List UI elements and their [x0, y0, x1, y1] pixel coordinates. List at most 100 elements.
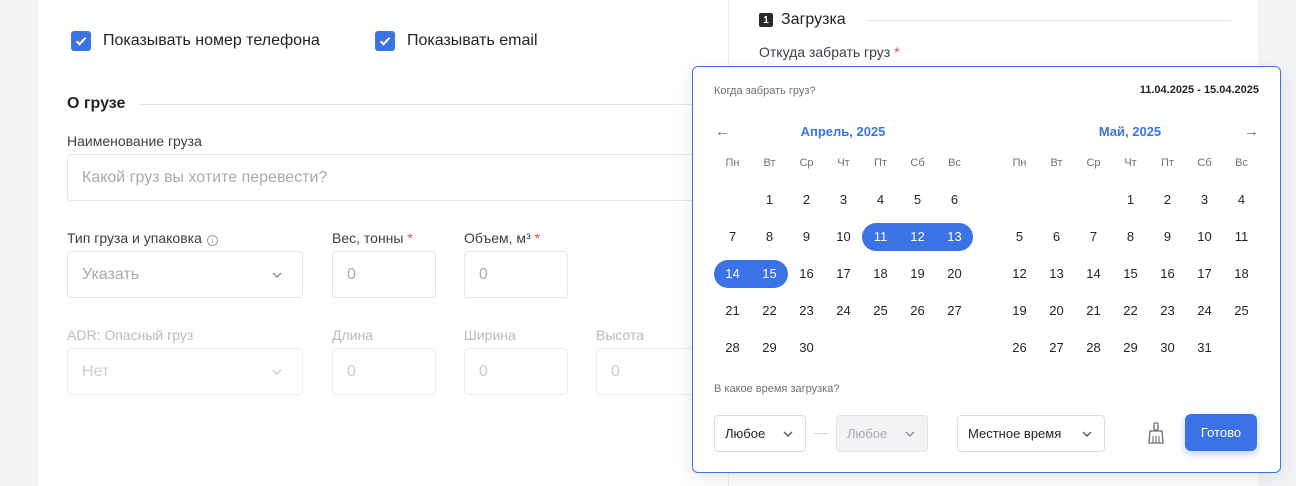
calendar-day[interactable]: 30: [1149, 334, 1186, 362]
calendar-day[interactable]: 30: [788, 334, 825, 362]
calendar-day-selected[interactable]: 13: [936, 223, 973, 251]
calendar-day[interactable]: 19: [1001, 297, 1038, 325]
adr-select[interactable]: Нет: [67, 348, 303, 395]
weekday-header: Сб: [1197, 157, 1212, 169]
cargo-section-title: О грузе: [67, 95, 126, 112]
weekday-header: Пн: [725, 157, 740, 169]
calendar-day[interactable]: 31: [1186, 334, 1223, 362]
calendar-day[interactable]: 13: [1038, 260, 1075, 288]
cargo-name-input[interactable]: Какой груз вы хотите перевести?: [67, 154, 728, 201]
calendar-day[interactable]: 16: [788, 260, 825, 288]
calendar-day[interactable]: 7: [1075, 223, 1112, 251]
calendar-day[interactable]: 5: [899, 186, 936, 214]
calendar-day[interactable]: 23: [1149, 297, 1186, 325]
calendar-day[interactable]: 3: [1186, 186, 1223, 214]
calendar-day[interactable]: 28: [714, 334, 751, 362]
weekday-header: Сб: [910, 157, 925, 169]
time-to-value: Любое: [847, 426, 888, 441]
volume-input[interactable]: 0: [464, 251, 568, 298]
width-input[interactable]: 0: [464, 348, 568, 395]
calendar-day[interactable]: 3: [825, 186, 862, 214]
calendar-day[interactable]: 1: [751, 186, 788, 214]
calendar-day[interactable]: 24: [1186, 297, 1223, 325]
calendar-day[interactable]: 9: [1149, 223, 1186, 251]
checkbox-checked-icon: [375, 31, 395, 51]
weekday-header: Ср: [799, 157, 814, 169]
calendar-day[interactable]: 22: [751, 297, 788, 325]
chevron-down-icon: [1082, 431, 1092, 437]
calendar-day[interactable]: 6: [936, 186, 973, 214]
weight-input[interactable]: 0: [332, 251, 436, 298]
calendar-day[interactable]: 20: [936, 260, 973, 288]
next-month-arrow-icon[interactable]: →: [1244, 123, 1259, 140]
calendar-day[interactable]: 29: [1112, 334, 1149, 362]
adr-value: Нет: [82, 362, 110, 380]
calendar-day[interactable]: 20: [1038, 297, 1075, 325]
calendar-day[interactable]: 18: [862, 260, 899, 288]
calendar-day[interactable]: 19: [899, 260, 936, 288]
info-icon[interactable]: i: [206, 235, 218, 246]
show-email-checkbox[interactable]: Показывать email: [375, 31, 538, 51]
calendar-day[interactable]: 1: [1112, 186, 1149, 214]
calendar-day[interactable]: 17: [825, 260, 862, 288]
calendar-day-selected[interactable]: 12: [899, 223, 936, 251]
calendar-day[interactable]: 21: [1075, 297, 1112, 325]
calendar-day[interactable]: 18: [1223, 260, 1260, 288]
time-to-select[interactable]: Любое: [836, 415, 928, 452]
calendar-day[interactable]: 6: [1038, 223, 1075, 251]
weekday-header: Пт: [1161, 157, 1174, 169]
month-title-may: Май, 2025: [1098, 124, 1162, 139]
calendar-day[interactable]: 25: [862, 297, 899, 325]
loading-title: Загрузка: [781, 11, 846, 28]
calendar-day[interactable]: 14: [1075, 260, 1112, 288]
timezone-select[interactable]: Местное время: [957, 415, 1105, 452]
calendar-day[interactable]: 8: [751, 223, 788, 251]
calendar-day[interactable]: 25: [1223, 297, 1260, 325]
cargo-type-select[interactable]: Указать: [67, 251, 303, 298]
calendar-day[interactable]: 23: [788, 297, 825, 325]
calendar-day[interactable]: 2: [788, 186, 825, 214]
pickup-date-question: Когда забрать груз?: [714, 85, 816, 97]
calendar-day[interactable]: 11: [1223, 223, 1260, 251]
date-picker-popup: Когда забрать груз? 11.04.2025 - 15.04.2…: [692, 66, 1281, 473]
calendar-day[interactable]: 26: [1001, 334, 1038, 362]
calendar-day[interactable]: 26: [899, 297, 936, 325]
calendar-day[interactable]: 10: [825, 223, 862, 251]
calendar-day[interactable]: 24: [825, 297, 862, 325]
done-button[interactable]: Готово: [1185, 414, 1257, 451]
time-from-select[interactable]: Любое: [714, 415, 806, 452]
calendar-day[interactable]: 29: [751, 334, 788, 362]
calendar-day[interactable]: 7: [714, 223, 751, 251]
calendar-day[interactable]: 28: [1075, 334, 1112, 362]
pickup-from-label: Откуда забрать груз *: [759, 44, 900, 60]
prev-month-arrow-icon[interactable]: ←: [715, 123, 730, 140]
length-input[interactable]: 0: [332, 348, 436, 395]
calendar-day[interactable]: 4: [862, 186, 899, 214]
calendar-day[interactable]: 4: [1223, 186, 1260, 214]
calendar-day[interactable]: 27: [1038, 334, 1075, 362]
calendar-day[interactable]: 10: [1186, 223, 1223, 251]
chevron-down-icon: [272, 369, 282, 375]
calendar-day[interactable]: 21: [714, 297, 751, 325]
calendar-day[interactable]: 22: [1112, 297, 1149, 325]
timezone-value: Местное время: [968, 426, 1062, 441]
calendar-day[interactable]: 2: [1149, 186, 1186, 214]
height-input[interactable]: 0: [596, 348, 700, 395]
calendar-day-selected[interactable]: 14: [714, 260, 751, 288]
loading-section-title: 1 Загрузка: [759, 11, 846, 29]
show-phone-checkbox[interactable]: Показывать номер телефона: [71, 31, 320, 51]
calendar-day[interactable]: 8: [1112, 223, 1149, 251]
calendar-day[interactable]: 27: [936, 297, 973, 325]
calendar-day[interactable]: 12: [1001, 260, 1038, 288]
calendar-day[interactable]: 16: [1149, 260, 1186, 288]
clear-broom-icon[interactable]: [1145, 422, 1167, 444]
calendar-day-selected[interactable]: 15: [751, 260, 788, 288]
calendar-day[interactable]: 9: [788, 223, 825, 251]
calendar-day[interactable]: 15: [1112, 260, 1149, 288]
calendar-day[interactable]: 17: [1186, 260, 1223, 288]
weekday-header: Вс: [948, 157, 961, 169]
calendar-day-selected[interactable]: 11: [862, 223, 899, 251]
weekday-header: Ср: [1086, 157, 1101, 169]
month-title-april: Апрель, 2025: [800, 124, 886, 139]
calendar-day[interactable]: 5: [1001, 223, 1038, 251]
